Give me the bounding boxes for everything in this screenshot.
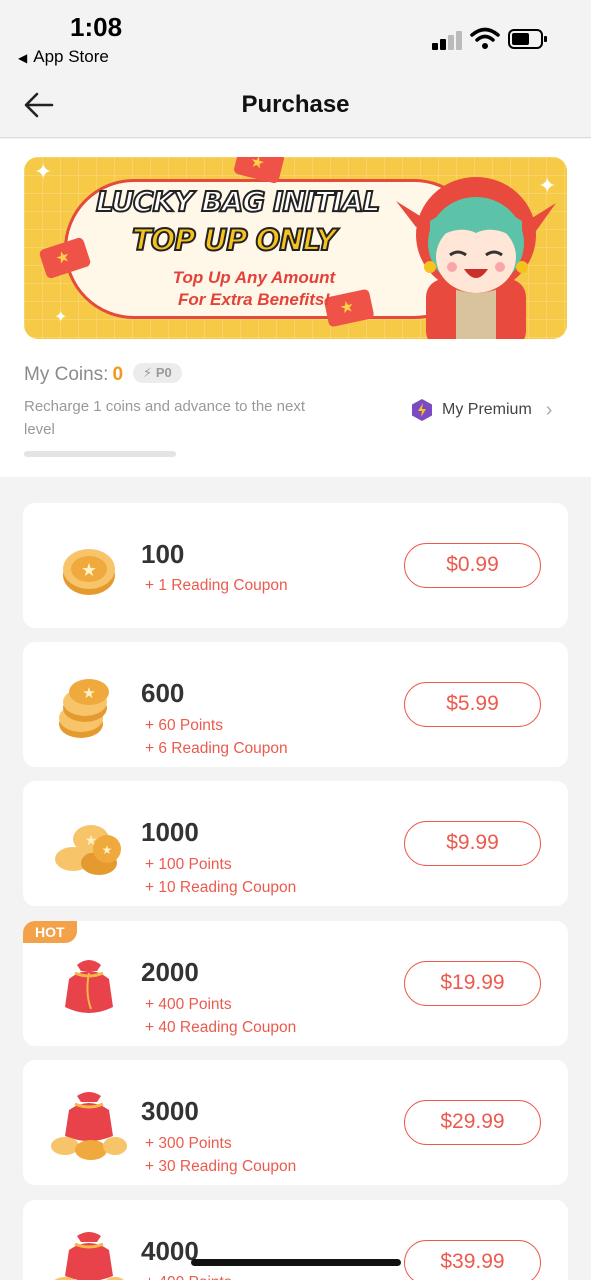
package-card[interactable]: 3000 + 300 Points + 30 Reading Coupon $29.9…	[23, 1060, 568, 1185]
coin-stack-icon: ★	[59, 679, 109, 738]
lucky-bag-coins-icon	[51, 1092, 127, 1160]
banner-subtitle-line2: For Extra Benefits!	[177, 290, 331, 309]
package-benefits: + 60 Points + 6 Reading Coupon	[145, 714, 288, 760]
package-benefit-line: + 60 Points	[145, 717, 223, 734]
home-indicator[interactable]	[191, 1259, 401, 1266]
single-coin-icon: ★	[63, 549, 115, 595]
recharge-hint: Recharge 1 coins and advance to the next…	[24, 398, 306, 438]
package-benefit-line: + 400 Points	[145, 1271, 232, 1280]
premium-hexagon-icon	[412, 399, 432, 421]
svg-text:★: ★	[85, 832, 98, 848]
status-bar: 1:08 ◀ App Store	[0, 0, 591, 74]
package-benefit-line: + 10 Reading Coupon	[145, 879, 297, 896]
mascot-girl-illustration	[396, 177, 556, 339]
lucky-bag-icon	[65, 960, 113, 1013]
package-benefit-line: + 30 Reading Coupon	[145, 1158, 297, 1175]
package-benefits: + 400 Points + 40 Reading Coupon	[145, 993, 296, 1039]
my-coins-value: 0	[112, 364, 124, 385]
package-amount: 2000	[141, 957, 199, 987]
price-button[interactable]: $39.99	[404, 1240, 541, 1280]
page-title: Purchase	[241, 91, 350, 118]
package-benefit-line: + 100 Points	[145, 856, 232, 873]
svg-text:★: ★	[102, 843, 113, 857]
package-amount: 600	[141, 678, 185, 708]
level-badge-label: P0	[155, 365, 172, 380]
package-card[interactable]: ★ 600 + 60 Points + 6 Reading Coupon $5.99	[23, 642, 568, 767]
cellular-signal-icon	[432, 30, 464, 50]
banner-title-line1: LUCKY BAG INITIAL	[95, 184, 381, 219]
battery-icon	[508, 29, 547, 49]
level-progress-bar	[24, 451, 176, 457]
package-amount: 100	[141, 539, 185, 569]
svg-text:★: ★	[81, 560, 97, 580]
package-benefit-line: + 6 Reading Coupon	[145, 740, 288, 757]
navigation-bar: Purchase	[0, 74, 591, 138]
sparkle-icon: ✦	[54, 309, 68, 326]
package-benefit-line: + 40 Reading Coupon	[145, 1019, 297, 1036]
status-time: 1:08	[70, 12, 123, 42]
banner-title-line2: TOP UP ONLY	[131, 222, 338, 258]
price-button[interactable]: $29.99	[404, 1100, 541, 1145]
back-triangle-icon: ◀	[18, 51, 28, 65]
package-amount: 3000	[141, 1096, 199, 1126]
package-benefit-line: + 400 Points	[145, 996, 232, 1013]
package-card[interactable]: ★ ★ 1000 + 100 Points + 10 Reading Coupon $9.…	[23, 781, 568, 906]
hot-tag: HOT	[23, 921, 77, 943]
package-benefits: + 300 Points + 30 Reading Coupon	[145, 1132, 296, 1178]
chevron-right-icon: ›	[545, 398, 553, 421]
price-button[interactable]: $9.99	[404, 821, 541, 866]
package-benefit-line: + 300 Points	[145, 1135, 232, 1152]
wifi-icon	[470, 27, 500, 49]
my-premium-label: My Premium	[442, 401, 532, 418]
package-benefits: + 100 Points + 10 Reading Coupon	[145, 853, 296, 899]
package-amount: 1000	[141, 817, 199, 847]
my-coins-label: My Coins:	[24, 364, 109, 385]
price-button[interactable]: $19.99	[404, 961, 541, 1006]
back-app-label: App Store	[33, 47, 109, 66]
package-benefits: + 400 Points	[145, 1271, 232, 1280]
package-benefit-line: + 1 Reading Coupon	[145, 577, 288, 594]
promo-banner[interactable]: ✦ ✦ ✦ LUCKY BAG INITIAL TOP UP ONLY Top …	[24, 157, 567, 339]
banner-subtitle-line1: Top Up Any Amount	[172, 268, 336, 287]
back-to-app-store[interactable]: ◀ App Store	[18, 47, 109, 67]
banner-subtitle: Top Up Any Amount For Extra Benefits!	[104, 267, 404, 311]
my-premium-link[interactable]: My Premium ›	[410, 397, 552, 423]
my-coins-line: My Coins: 0 ⚡ P0	[24, 363, 182, 386]
package-benefits: + 1 Reading Coupon	[145, 574, 288, 597]
coin-pile-icon: ★★	[55, 825, 121, 875]
package-card[interactable]: 4000+ 400 Points$39.99	[23, 1200, 568, 1280]
package-card[interactable]: ★ 100 + 1 Reading Coupon $0.99	[23, 503, 568, 628]
level-badge: ⚡ P0	[133, 363, 182, 383]
account-summary: ✦ ✦ ✦ LUCKY BAG INITIAL TOP UP ONLY Top …	[0, 139, 591, 477]
svg-text:★: ★	[82, 685, 95, 702]
package-card[interactable]: HOT 2000 + 400 Points + 40 Reading Coupon $1…	[23, 921, 568, 1046]
lucky-bag-coins-icon	[54, 1232, 124, 1280]
sparkle-icon: ✦	[34, 159, 53, 184]
lightning-icon: ⚡	[143, 365, 153, 380]
price-button[interactable]: $0.99	[404, 543, 541, 588]
price-button[interactable]: $5.99	[404, 682, 541, 727]
